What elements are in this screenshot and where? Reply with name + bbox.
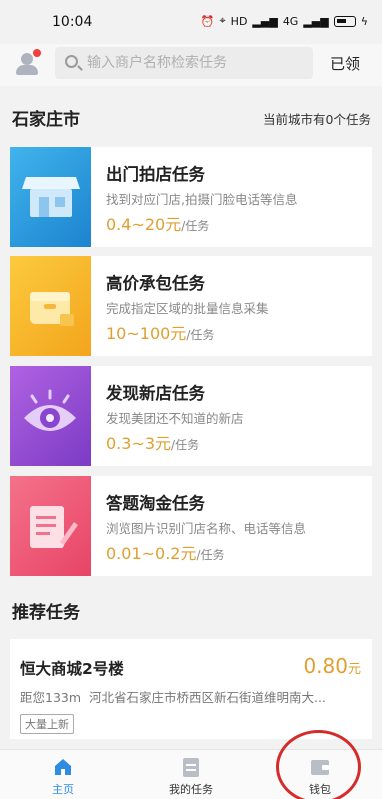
task-location-name: 恒大商城2号楼 <box>20 660 124 678</box>
task-distance: 距您133m <box>20 690 82 705</box>
task-price-value: 0.01~0.2元 <box>106 544 197 563</box>
city-task-count: 当前城市有0个任务 <box>263 112 371 127</box>
notification-dot <box>33 49 41 57</box>
recommended-task-item[interactable]: 恒大商城2号楼 0.80元 距您133m 河北省石家庄市桥西区新石街道维明南大.… <box>10 639 372 739</box>
task-reward: 0.80元 <box>303 654 361 678</box>
task-card-quiz[interactable]: 答题淘金任务 浏览图片识别门店名称、电话等信息 0.01~0.2元/任务 <box>10 476 372 576</box>
task-price-unit: /任务 <box>186 328 215 342</box>
task-reward-value: 0.80 <box>303 654 348 678</box>
location-icon: ⌖ <box>219 14 226 27</box>
signal-icon-2: ▂▄▆ <box>303 14 329 28</box>
task-reward-unit: 元 <box>347 662 361 677</box>
task-desc: 完成指定区域的批量信息采集 <box>106 301 269 316</box>
network-4g-label: 4G <box>282 14 299 28</box>
task-list-icon <box>183 758 199 777</box>
task-price-unit: /任务 <box>171 438 200 452</box>
home-icon <box>55 759 71 775</box>
task-card-store-photo[interactable]: 出门拍店任务 找到对应门店,拍摄门脸电话等信息 0.4~20元/任务 <box>10 147 372 247</box>
task-price-value: 0.3~3元 <box>106 434 172 453</box>
tab-label: 我的任务 <box>169 783 213 796</box>
task-desc: 发现美团还不知道的新店 <box>106 411 244 426</box>
status-time: 10:04 <box>52 14 93 30</box>
status-icons: ⏰ ⌖ HD ▂▄▆ 4G ▂▄▆ ϟ <box>201 14 368 28</box>
document-edit-icon <box>10 476 91 576</box>
battery-icon <box>333 15 356 27</box>
alarm-icon: ⏰ <box>200 14 215 28</box>
eye-icon <box>10 366 91 466</box>
task-title: 出门拍店任务 <box>106 165 205 184</box>
package-box-icon <box>10 256 91 356</box>
tab-home[interactable]: 主页 <box>18 750 108 799</box>
task-tag: 大量上新 <box>20 714 74 734</box>
top-header: 已领 <box>0 44 382 86</box>
task-price-unit: /任务 <box>196 548 225 562</box>
task-title: 答题淘金任务 <box>106 494 205 513</box>
task-price-value: 0.4~20元 <box>106 215 182 234</box>
task-address-line: 距您133m 河北省石家庄市桥西区新石街道维明南大... <box>20 687 365 706</box>
task-price: 0.01~0.2元/任务 <box>106 540 225 564</box>
task-desc: 找到对应门店,拍摄门脸电话等信息 <box>106 192 298 207</box>
tab-my-tasks[interactable]: 我的任务 <box>146 750 236 799</box>
storefront-icon <box>10 147 91 247</box>
status-bar: 10:04 ⏰ ⌖ HD ▂▄▆ 4G ▂▄▆ ϟ <box>0 0 382 44</box>
recommended-section-title: 推荐任务 <box>12 603 80 623</box>
tab-label: 主页 <box>52 783 74 796</box>
hd-badge: HD <box>230 14 248 28</box>
search-input[interactable] <box>87 47 307 79</box>
task-price: 0.3~3元/任务 <box>106 430 199 454</box>
task-title: 发现新店任务 <box>106 384 205 403</box>
city-row: 石家庄市 当前城市有0个任务 <box>0 96 382 136</box>
task-price: 10~100元/任务 <box>106 320 214 344</box>
search-box[interactable] <box>55 47 313 79</box>
task-price: 0.4~20元/任务 <box>106 211 209 235</box>
task-price-value: 10~100元 <box>106 324 187 343</box>
task-title: 高价承包任务 <box>106 274 205 293</box>
claimed-tasks-button[interactable]: 已领 <box>330 53 360 74</box>
charging-icon: ϟ <box>360 14 368 28</box>
task-desc: 浏览图片识别门店名称、电话等信息 <box>106 521 307 536</box>
search-icon <box>65 55 78 68</box>
task-price-unit: /任务 <box>181 219 210 233</box>
city-name[interactable]: 石家庄市 <box>12 105 80 130</box>
task-card-new-store[interactable]: 发现新店任务 发现美团还不知道的新店 0.3~3元/任务 <box>10 366 372 466</box>
task-address: 河北省石家庄市桥西区新石街道维明南大... <box>89 690 326 705</box>
user-avatar-icon[interactable] <box>13 49 41 78</box>
wallet-highlight-annotation <box>276 730 361 799</box>
signal-icon: ▂▄▆ <box>252 14 278 28</box>
task-card-contract[interactable]: 高价承包任务 完成指定区域的批量信息采集 10~100元/任务 <box>10 256 372 356</box>
